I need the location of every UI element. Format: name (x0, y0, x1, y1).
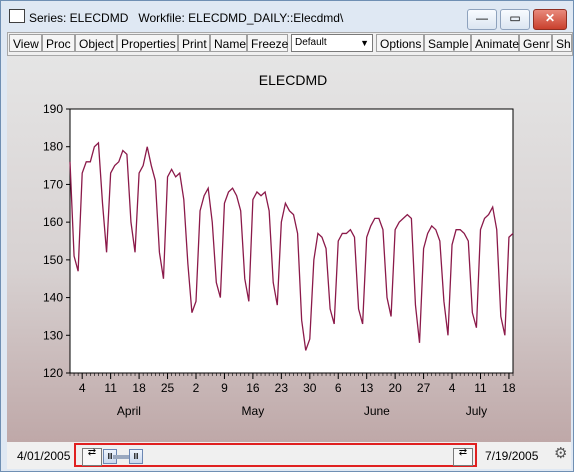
options-button[interactable]: Options (376, 34, 424, 52)
sample-button[interactable]: Sample (424, 34, 471, 52)
x-axis: 4 11 18 25 2 9 16 23 30 6 13 20 27 4 11 18 (69, 373, 516, 395)
month-label: April (117, 404, 141, 418)
line-chart: ELECDMD 120 130 140 150 160 170 180 190 4 11 18 25… (43, 72, 516, 418)
sample-slider-region[interactable]: ⇄ Ⅲ Ⅲ ⇄ (74, 443, 477, 467)
view-button[interactable]: View (9, 34, 42, 52)
x-tick-label: 30 (303, 381, 317, 395)
x-tick-label: 16 (246, 381, 260, 395)
line-graph-icon (9, 9, 25, 23)
y-tick-label: 160 (43, 215, 63, 229)
format-dropdown-value: Default (295, 37, 327, 48)
y-tick-label: 180 (43, 140, 63, 154)
month-label: July (466, 404, 487, 418)
x-tick-label: 20 (388, 381, 402, 395)
y-tick-label: 120 (43, 366, 63, 380)
x-tick-label: 2 (193, 381, 200, 395)
title-bar[interactable]: Series: ELECDMD Workfile: ELECDMD_DAILY:… (1, 1, 573, 31)
y-tick-label: 190 (43, 102, 63, 116)
freeze-button[interactable]: Freeze (247, 34, 288, 52)
sheet-button[interactable]: She (552, 34, 572, 52)
series-window: Series: ELECDMD Workfile: ELECDMD_DAILY:… (0, 0, 574, 472)
minimize-button[interactable]: — (467, 9, 497, 30)
y-tick-label: 170 (43, 177, 63, 191)
genr-button[interactable]: Genr (519, 34, 552, 52)
x-tick-label: 6 (335, 381, 342, 395)
end-date-label: 7/19/2005 (485, 449, 539, 463)
properties-button[interactable]: Properties (117, 34, 178, 52)
y-tick-label: 150 (43, 253, 63, 267)
end-handle[interactable]: Ⅲ (129, 449, 143, 464)
x-tick-label: 27 (417, 381, 431, 395)
animate-button[interactable]: Animate (471, 34, 519, 52)
x-tick-label: 9 (221, 381, 228, 395)
sample-range-bar: 4/01/2005 ⇄ Ⅲ Ⅲ ⇄ 7/19/2005 ⚙ (7, 442, 571, 469)
chart-title: ELECDMD (259, 72, 327, 88)
month-labels: April May June July (117, 404, 487, 418)
x-tick-label: 23 (275, 381, 289, 395)
y-tick-label: 130 (43, 328, 63, 342)
format-dropdown[interactable]: Default ▼ (291, 34, 373, 52)
gear-icon[interactable]: ⚙ (554, 446, 570, 462)
x-tick-label: 11 (474, 381, 487, 395)
x-tick-label: 18 (132, 381, 146, 395)
y-tick-label: 140 (43, 291, 63, 305)
maximize-button[interactable]: ▭ (500, 9, 530, 30)
plot-area (69, 108, 514, 374)
swap-start-button[interactable]: ⇄ (82, 448, 102, 466)
window-title: Series: ELECDMD Workfile: ELECDMD_DAILY:… (29, 11, 344, 25)
toolbar: View Proc Object Properties Print Name F… (7, 32, 573, 56)
proc-button[interactable]: Proc (42, 34, 75, 52)
close-icon: ✕ (544, 11, 556, 25)
object-button[interactable]: Object (75, 34, 117, 52)
x-tick-label: 25 (161, 381, 175, 395)
name-button[interactable]: Name (210, 34, 247, 52)
month-label: June (364, 404, 390, 418)
x-tick-label: 4 (449, 381, 456, 395)
month-label: May (242, 404, 265, 418)
chevron-down-icon: ▼ (360, 38, 369, 48)
x-tick-label: 4 (79, 381, 86, 395)
graph-area: ELECDMD 120 130 140 150 160 170 180 190 4 11 18 25… (7, 56, 571, 442)
x-tick-label: 11 (104, 381, 117, 395)
swap-end-button[interactable]: ⇄ (453, 448, 473, 466)
close-button[interactable]: ✕ (533, 9, 567, 30)
y-axis: 120 130 140 150 160 170 180 190 (43, 102, 70, 380)
minimize-icon: — (476, 11, 488, 25)
x-tick-label: 18 (502, 381, 516, 395)
x-tick-label: 13 (360, 381, 374, 395)
print-button[interactable]: Print (178, 34, 210, 52)
maximize-icon: ▭ (509, 11, 521, 25)
start-date-label: 4/01/2005 (17, 449, 71, 463)
